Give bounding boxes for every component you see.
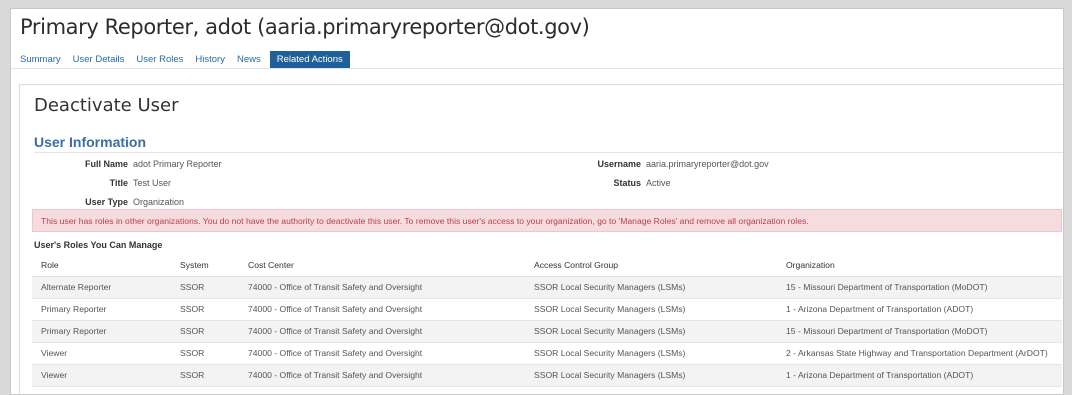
cell-role: Primary Reporter (32, 320, 171, 343)
cell-system: SSOR (171, 320, 239, 343)
status-label: Status (613, 178, 641, 188)
cell-access-control-group: SSOR Local Security Managers (LSMs) (525, 320, 777, 343)
cell-organization: 1 - Arizona Department of Transportation… (777, 298, 1062, 321)
cell-role: Primary Reporter (32, 298, 171, 321)
roles-table: Role System Cost Center Access Control G… (32, 254, 1062, 387)
table-row: Viewer SSOR 74000 - Office of Transit Sa… (32, 364, 1062, 387)
cell-system: SSOR (171, 364, 239, 387)
tab-user-roles[interactable]: User Roles (136, 54, 183, 65)
status-value: Active (646, 178, 671, 188)
permission-alert: This user has roles in other organizatio… (32, 209, 1062, 232)
cell-cost-center: 74000 - Office of Transit Safety and Ove… (239, 320, 525, 343)
user-type-label: User Type (85, 197, 128, 207)
title-value: Test User (133, 178, 172, 188)
cell-access-control-group: SSOR Local Security Managers (LSMs) (525, 364, 777, 387)
cell-access-control-group: SSOR Local Security Managers (LSMs) (525, 276, 777, 299)
title-label: Title (109, 178, 128, 188)
table-header-row: Role System Cost Center Access Control G… (32, 254, 1062, 277)
tab-news[interactable]: News (237, 54, 261, 65)
cell-cost-center: 74000 - Office of Transit Safety and Ove… (239, 342, 525, 365)
column-header-system: System (171, 254, 239, 277)
cell-system: SSOR (171, 276, 239, 299)
table-row: Alternate Reporter SSOR 74000 - Office o… (32, 276, 1062, 299)
app-frame: Primary Reporter, adot (aaria.primaryrep… (10, 8, 1064, 395)
cell-organization: 1 - Arizona Department of Transportation… (777, 364, 1062, 387)
user-type-field: User Type Organization (32, 197, 184, 207)
cell-cost-center: 74000 - Office of Transit Safety and Ove… (239, 276, 525, 299)
tab-bar: Summary User Details User Roles History … (20, 50, 362, 68)
tab-related-actions[interactable]: Related Actions (269, 50, 350, 68)
title-field: Title Test User (32, 178, 171, 188)
full-name-field: Full Name adot Primary Reporter (32, 159, 222, 169)
full-name-label: Full Name (84, 159, 128, 169)
cell-organization: 2 - Arkansas State Highway and Transport… (777, 342, 1062, 365)
cell-role: Viewer (32, 364, 171, 387)
full-name-value: adot Primary Reporter (133, 159, 222, 169)
tab-history[interactable]: History (195, 54, 225, 65)
cell-role: Viewer (32, 342, 171, 365)
column-header-cost-center: Cost Center (239, 254, 525, 277)
table-row: Primary Reporter SSOR 74000 - Office of … (32, 298, 1062, 321)
column-header-organization: Organization (777, 254, 1062, 277)
cell-system: SSOR (171, 298, 239, 321)
cell-cost-center: 74000 - Office of Transit Safety and Ove… (239, 298, 525, 321)
tab-user-details[interactable]: User Details (73, 54, 125, 65)
cell-organization: 15 - Missouri Department of Transportati… (777, 320, 1062, 343)
username-label: Username (597, 159, 641, 169)
tab-summary[interactable]: Summary (20, 54, 61, 65)
username-value: aaria.primaryreporter@dot.gov (646, 159, 769, 169)
table-row: Viewer SSOR 74000 - Office of Transit Sa… (32, 342, 1062, 365)
column-header-access-control-group: Access Control Group (525, 254, 777, 277)
cell-access-control-group: SSOR Local Security Managers (LSMs) (525, 298, 777, 321)
user-information-heading: User Information (34, 134, 147, 150)
status-field: Status Active (540, 178, 671, 188)
page-title: Primary Reporter, adot (aaria.primaryrep… (20, 15, 590, 39)
heading-divider (34, 152, 1063, 153)
cell-organization: 15 - Missouri Department of Transportati… (777, 276, 1062, 299)
cell-access-control-group: SSOR Local Security Managers (LSMs) (525, 342, 777, 365)
user-type-value: Organization (133, 197, 185, 207)
roles-table-caption: User's Roles You Can Manage (34, 240, 163, 250)
username-field: Username aaria.primaryreporter@dot.gov (540, 159, 769, 169)
cell-role: Alternate Reporter (32, 276, 171, 299)
table-row: Primary Reporter SSOR 74000 - Office of … (32, 320, 1062, 343)
cell-system: SSOR (171, 342, 239, 365)
section-title: Deactivate User (34, 95, 179, 116)
deactivate-user-panel: Deactivate User User Information Full Na… (19, 84, 1063, 394)
tab-divider (11, 68, 1063, 69)
column-header-role: Role (32, 254, 171, 277)
cell-cost-center: 74000 - Office of Transit Safety and Ove… (239, 364, 525, 387)
